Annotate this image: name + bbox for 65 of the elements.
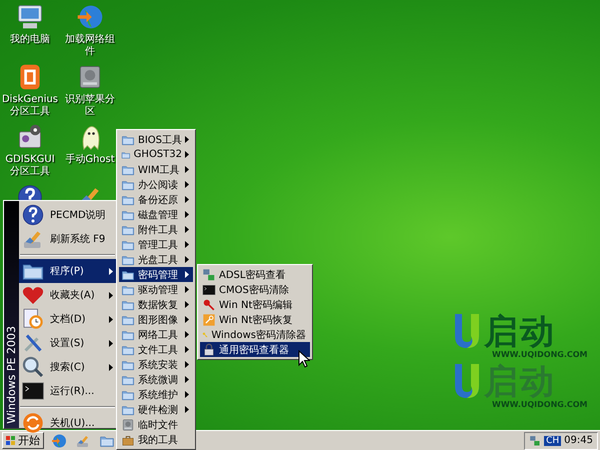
globe-icon — [51, 432, 67, 448]
menu-item[interactable]: WIM工具 — [119, 162, 193, 177]
computer-icon — [16, 3, 44, 31]
menu-item[interactable]: 通用密码查看器 — [200, 342, 310, 357]
menu-item[interactable]: 硬件检测 — [119, 402, 193, 417]
menu-item[interactable]: 磁盘管理 — [119, 207, 193, 222]
search-icon — [21, 355, 45, 379]
desktop-icon-label[interactable]: 手动Ghost — [65, 154, 115, 166]
network-icon — [202, 268, 216, 282]
desktop-icon-label[interactable]: DiskGenius分区工具 — [1, 94, 59, 118]
desktop-icon-label[interactable]: 加载网络组件 — [61, 34, 119, 58]
start-menu-item[interactable]: 设置(S) — [19, 331, 116, 355]
banner-text: Windows PE 2003 — [5, 326, 18, 424]
start-menu-item[interactable]: 程序(P) — [19, 259, 116, 283]
u-logo-icon — [452, 312, 482, 350]
windows-grid-icon — [6, 436, 16, 446]
menu-item[interactable]: CMOS密码清除 — [200, 282, 310, 297]
lock-icon — [202, 342, 216, 356]
network-icon[interactable] — [529, 434, 542, 446]
menu-item[interactable]: Win Nt密码恢复 — [200, 312, 310, 327]
menu-item[interactable]: 网络工具 — [119, 327, 193, 342]
terminal-icon — [202, 282, 216, 296]
menu-item[interactable]: 临时文件 — [119, 417, 193, 432]
start-button[interactable]: 开始 — [2, 432, 44, 449]
start-menu-item[interactable]: 收藏夹(A) — [19, 283, 116, 307]
start-menu-item[interactable]: 文档(D) — [19, 307, 116, 331]
menu-item[interactable]: Windows密码清除器 — [200, 327, 310, 342]
desktop-icon-label[interactable]: 我的电脑 — [10, 34, 50, 46]
language-indicator[interactable]: CH — [544, 436, 562, 446]
menu-item[interactable]: BIOS工具 — [119, 132, 193, 147]
menu-item[interactable]: 图形图像 — [119, 312, 193, 327]
menu-item[interactable]: 管理工具 — [119, 237, 193, 252]
menu-item[interactable]: 光盘工具 — [119, 252, 193, 267]
menu-item[interactable]: ADSL密码查看 — [200, 267, 310, 282]
start-menu-item[interactable]: 刷新系统 F9 — [19, 227, 116, 251]
menu-item[interactable]: 密码管理 — [119, 267, 193, 282]
gear-disk-icon — [16, 123, 44, 151]
menu-item[interactable]: 备份还原 — [119, 192, 193, 207]
menu-item[interactable]: GHOST32 — [119, 147, 193, 162]
menu-item[interactable]: 办公阅读 — [119, 177, 193, 192]
start-menu-item[interactable]: 运行(R)... — [19, 379, 116, 403]
document-clock-icon — [21, 307, 45, 331]
globe-icon — [76, 3, 104, 31]
menu-item[interactable]: 系统安装 — [119, 357, 193, 372]
menu-item[interactable]: 系统微调 — [119, 372, 193, 387]
start-menu-item[interactable]: 搜索(C) — [19, 355, 116, 379]
logo-url-text: WWW.UQIDONG.COM — [492, 350, 588, 359]
menu-item[interactable]: 文件工具 — [119, 342, 193, 357]
menu-item[interactable]: 附件工具 — [119, 222, 193, 237]
menu-item[interactable]: 驱动管理 — [119, 282, 193, 297]
logo-url-text: WWW.UQIDONG.COM — [492, 400, 588, 409]
clock: 09:45 — [564, 435, 593, 446]
menu-item[interactable]: 我的工具 — [119, 432, 193, 447]
key-icon — [202, 298, 216, 312]
logo-brand-text: 启动 — [484, 314, 556, 350]
start-menu-item[interactable]: PECMD说明 — [19, 203, 116, 227]
desktop-icon-label[interactable]: GDISKGUI分区工具 — [1, 154, 59, 178]
start-menu-item[interactable]: 关机(U)... — [19, 411, 116, 435]
menu-item[interactable]: 数据恢复 — [119, 297, 193, 312]
desktop-icon-label[interactable]: 识别苹果分区 — [61, 94, 119, 118]
menu-item[interactable]: Win Nt密码编辑 — [200, 297, 310, 312]
hard-drive-icon — [121, 418, 135, 432]
help-icon — [21, 203, 45, 227]
menu-item[interactable]: 系统维护 — [119, 387, 193, 402]
u-logo-icon — [452, 362, 482, 400]
